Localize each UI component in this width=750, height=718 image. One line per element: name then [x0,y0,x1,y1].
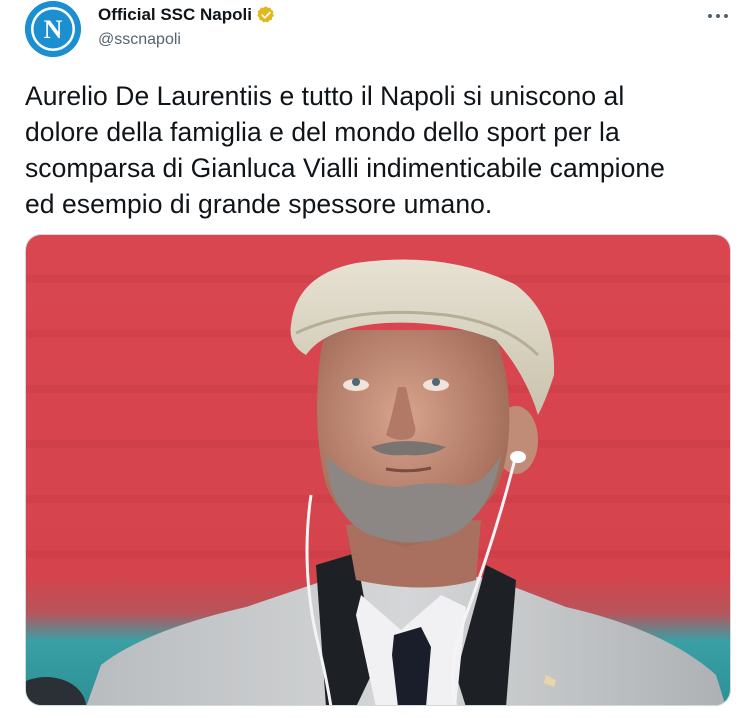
tweet-photo[interactable] [25,234,731,706]
avatar[interactable]: N [25,1,81,57]
tweet-header: N Official SSC Napoli @sscnapoli [25,0,735,60]
avatar-letter: N [44,15,63,44]
more-options-button[interactable] [704,4,732,26]
display-name[interactable]: Official SSC Napoli [98,5,252,25]
tweet-text: Aurelio De Laurentiis e tutto il Napoli … [25,78,740,222]
verified-badge-icon [256,5,276,25]
author-names: Official SSC Napoli @sscnapoli [98,4,276,49]
tweet-text-line: scomparsa di Gianluca Vialli indimentica… [25,153,665,183]
more-options-icon [707,6,729,24]
author-handle[interactable]: @sscnapoli [98,31,276,49]
tweet-card: N Official SSC Napoli @sscnapoli Aurelio… [0,0,750,718]
tweet-text-line: Aurelio De Laurentiis e tutto il Napoli … [25,81,625,111]
tweet-text-line: ed esempio di grande spessore umano. [25,189,493,219]
display-name-row: Official SSC Napoli [98,4,276,26]
photo-portrait [26,235,730,705]
tweet-text-line: dolore della famiglia e del mondo dello … [25,117,620,147]
